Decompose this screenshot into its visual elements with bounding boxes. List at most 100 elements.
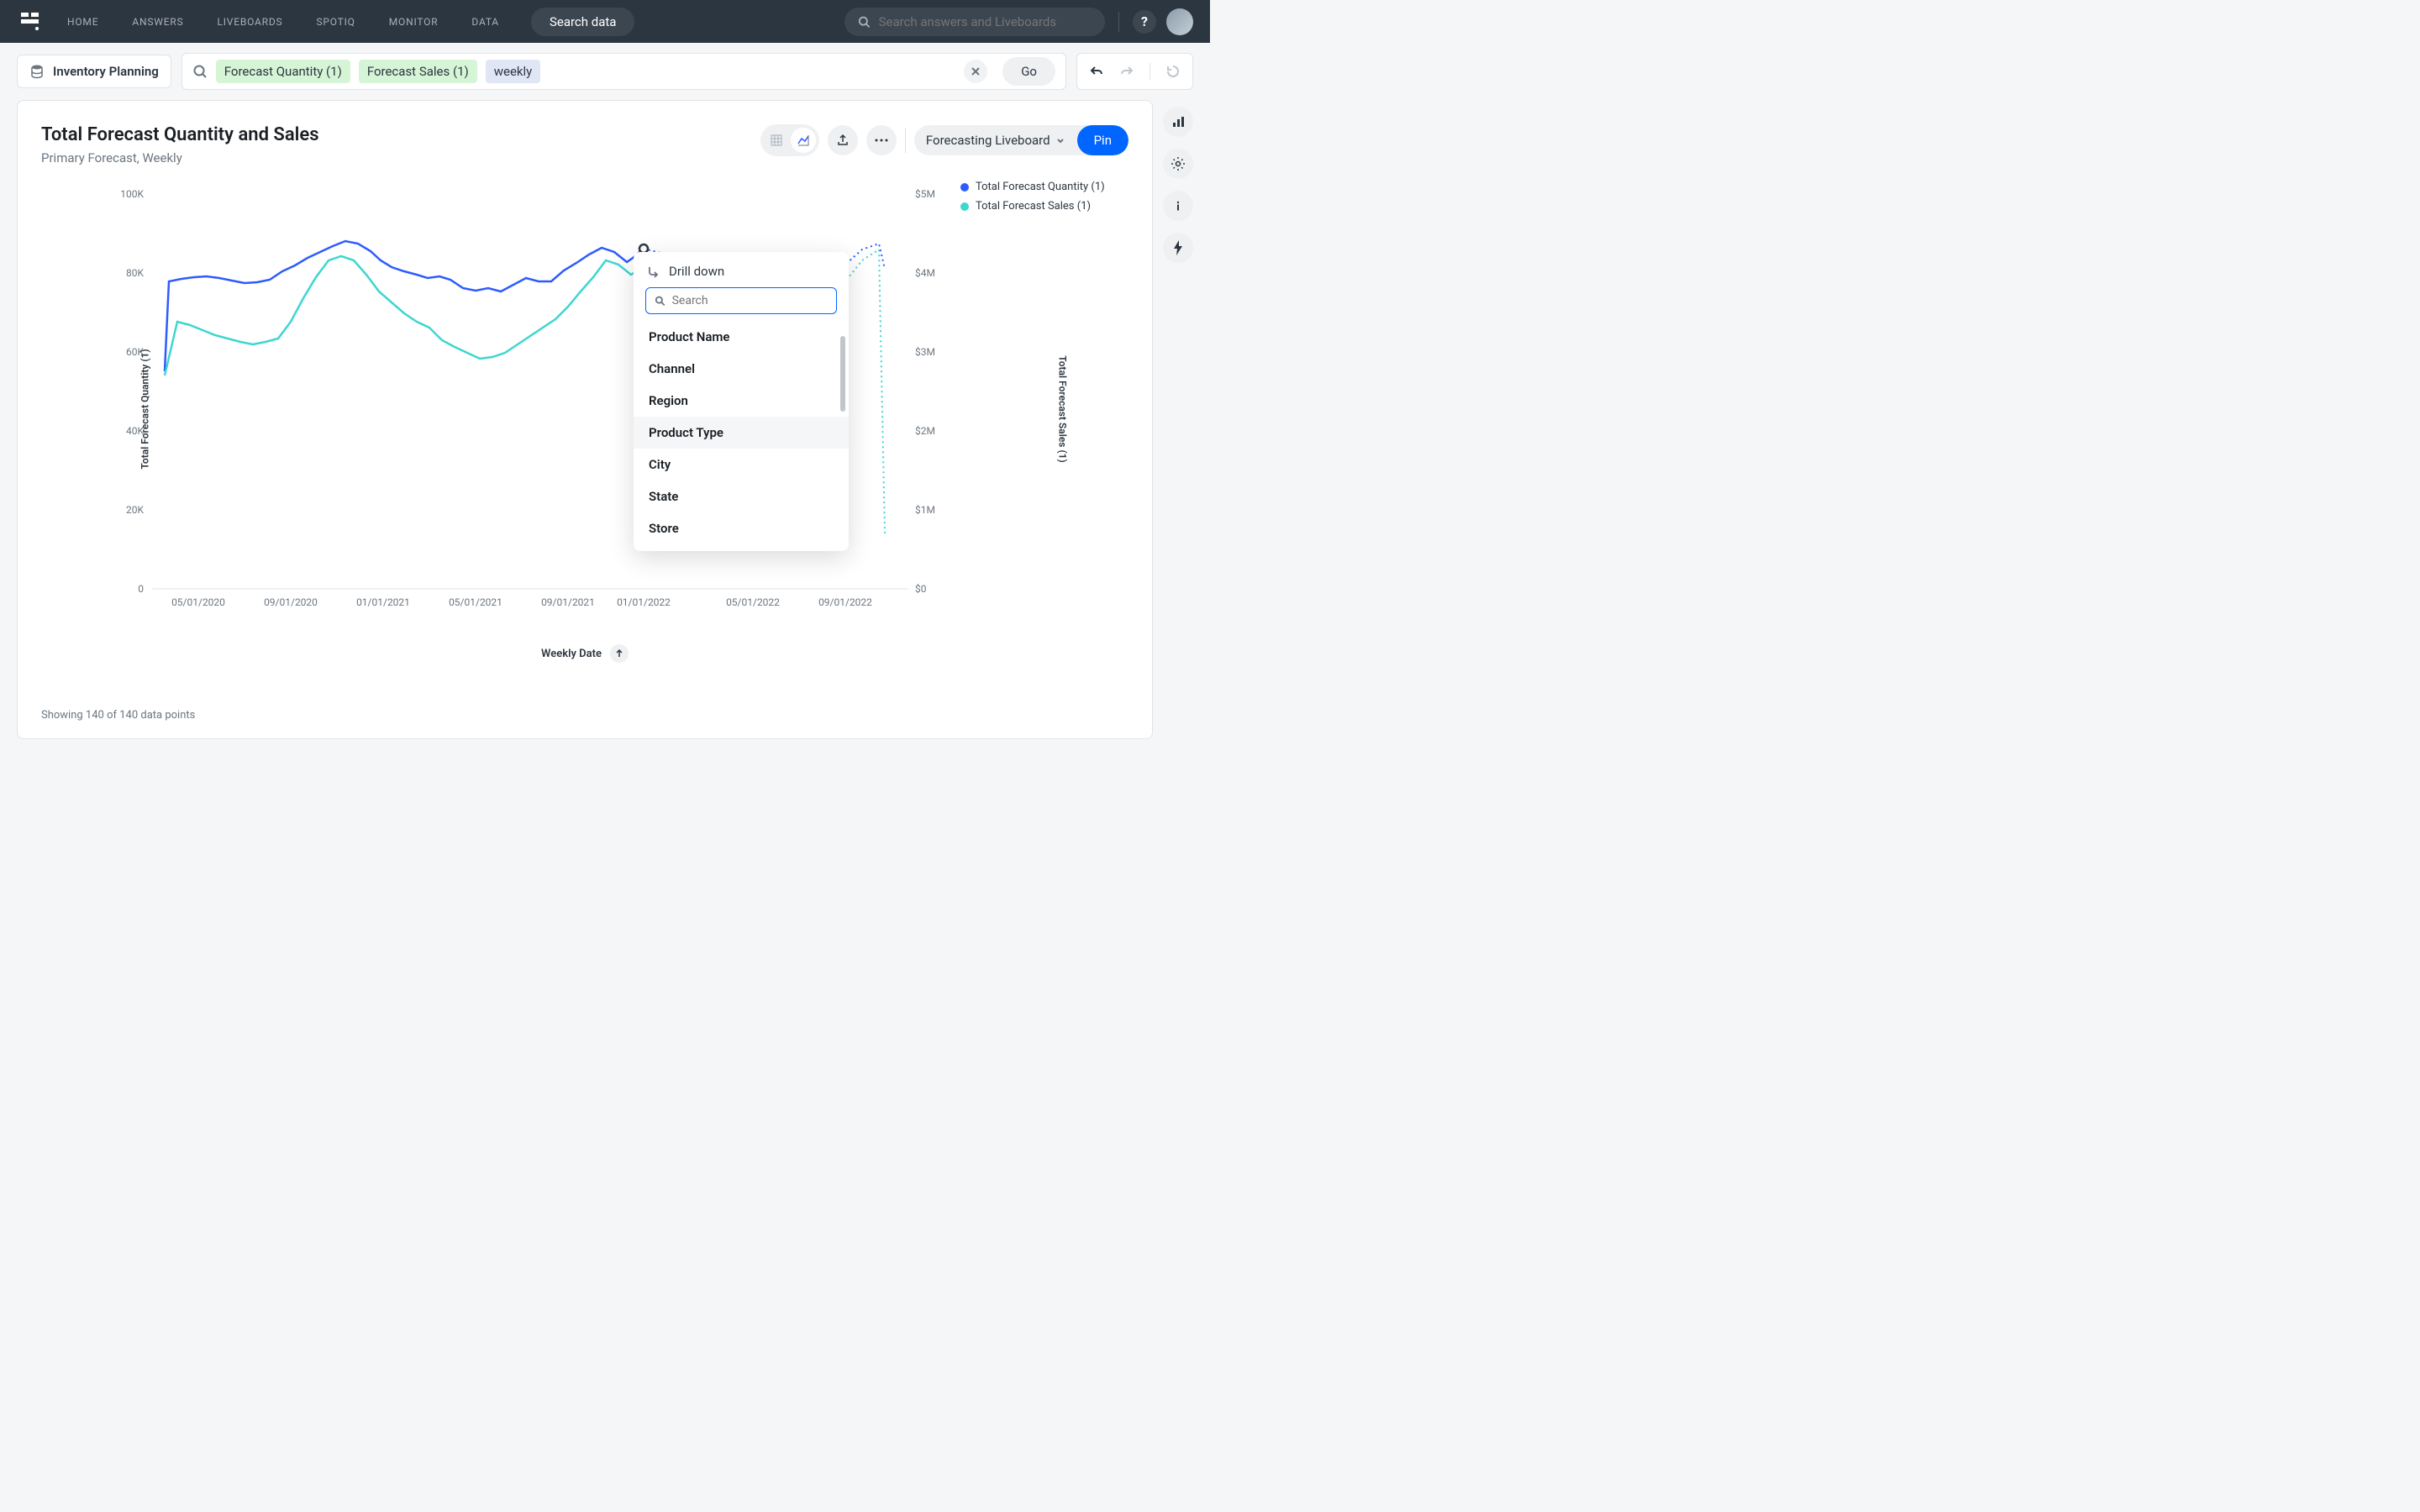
top-nav: HOME ANSWERS LIVEBOARDS SPOTIQ MONITOR D… — [0, 0, 1210, 43]
search-token-measure[interactable]: Forecast Sales (1) — [359, 60, 477, 83]
go-button[interactable]: Go — [1002, 57, 1055, 86]
clear-search-button[interactable] — [964, 60, 987, 83]
gear-icon — [1171, 156, 1186, 171]
x-tick: 05/01/2020 — [171, 596, 225, 608]
chart-title: Total Forecast Quantity and Sales — [41, 124, 319, 145]
chart-subtitle: Primary Forecast, Weekly — [41, 150, 319, 165]
nav-spotiq[interactable]: SPOTIQ — [316, 16, 355, 28]
drilldown-list: Product Name Channel Region Product Type… — [634, 321, 849, 544]
nav-data[interactable]: DATA — [471, 16, 499, 28]
drilldown-search-input[interactable] — [672, 294, 828, 307]
info-icon — [1171, 199, 1185, 213]
user-avatar[interactable] — [1166, 8, 1193, 35]
undo-redo-group — [1076, 53, 1193, 90]
drilldown-item-channel[interactable]: Channel — [634, 353, 849, 385]
series-quantity[interactable] — [165, 241, 644, 371]
chart-icon — [797, 134, 810, 147]
global-search-input[interactable] — [879, 14, 1092, 29]
reset-button[interactable] — [1165, 64, 1181, 79]
nav-items: HOME ANSWERS LIVEBOARDS SPOTIQ MONITOR D… — [67, 16, 499, 28]
pin-button[interactable]: Pin — [1077, 125, 1128, 155]
y-tick-right: $4M — [915, 267, 935, 279]
rail-chart-config-button[interactable] — [1163, 107, 1193, 137]
x-tick: 01/01/2022 — [617, 596, 671, 608]
datasource-selector[interactable]: Inventory Planning — [17, 55, 171, 88]
rail-spotiq-button[interactable] — [1163, 233, 1193, 263]
x-tick: 01/01/2021 — [356, 596, 410, 608]
chart-view-button[interactable] — [791, 128, 816, 153]
y-tick-right: $3M — [915, 346, 935, 358]
table-icon — [770, 134, 783, 147]
undo-button[interactable] — [1089, 64, 1104, 79]
search-token-measure[interactable]: Forecast Quantity (1) — [216, 60, 350, 83]
table-view-button[interactable] — [764, 128, 789, 153]
view-toggle — [760, 124, 819, 156]
y-tick-right: $5M — [915, 188, 935, 200]
legend-item-sales[interactable]: Total Forecast Sales (1) — [960, 200, 1120, 213]
x-axis-label: Weekly Date — [41, 644, 1128, 663]
drilldown-item-product-name[interactable]: Product Name — [634, 321, 849, 353]
share-button[interactable] — [828, 125, 858, 155]
x-tick: 05/01/2022 — [726, 596, 780, 608]
main-panel: Total Forecast Quantity and Sales Primar… — [17, 100, 1153, 739]
divider — [1118, 12, 1119, 32]
search-icon — [192, 64, 208, 79]
side-rail — [1163, 100, 1193, 739]
more-button[interactable] — [866, 125, 897, 155]
y-tick-right: $0 — [915, 583, 927, 595]
sort-ascending-button[interactable] — [610, 644, 629, 663]
lightning-icon — [1172, 240, 1184, 255]
y-tick: 100K — [120, 188, 144, 200]
help-button[interactable]: ? — [1133, 10, 1156, 34]
x-tick: 05/01/2021 — [449, 596, 502, 608]
more-icon — [875, 139, 888, 142]
rail-info-button[interactable] — [1163, 191, 1193, 221]
x-tick: 09/01/2020 — [264, 596, 318, 608]
data-points-footer: Showing 140 of 140 data points — [41, 709, 1128, 722]
logo[interactable] — [17, 8, 44, 35]
x-tick: 09/01/2021 — [541, 596, 595, 608]
nav-liveboards[interactable]: LIVEBOARDS — [217, 16, 282, 28]
legend-item-quantity[interactable]: Total Forecast Quantity (1) — [960, 181, 1120, 193]
global-search[interactable] — [844, 8, 1105, 36]
legend-dot — [960, 183, 969, 192]
query-search-bar[interactable]: Forecast Quantity (1) Forecast Sales (1)… — [182, 53, 1066, 90]
secondary-bar: Inventory Planning Forecast Quantity (1)… — [0, 43, 1210, 100]
chart-legend: Total Forecast Quantity (1) Total Foreca… — [960, 181, 1120, 219]
search-icon — [655, 295, 666, 307]
y-tick-right: $1M — [915, 504, 935, 516]
y-axis-right-label: Total Forecast Sales (1) — [1056, 355, 1068, 462]
nav-monitor[interactable]: MONITOR — [389, 16, 439, 28]
scrollbar[interactable] — [840, 336, 845, 412]
drilldown-popover: Drill down Product Name Channel Region P… — [634, 252, 849, 551]
close-icon — [971, 66, 981, 76]
y-tick-right: $2M — [915, 425, 935, 437]
redo-button[interactable] — [1119, 64, 1134, 79]
search-data-button[interactable]: Search data — [531, 8, 634, 36]
drilldown-item-region[interactable]: Region — [634, 385, 849, 417]
chart-area: Total Forecast Quantity (1) Total Foreca… — [41, 181, 1128, 704]
series-sales[interactable] — [165, 256, 644, 375]
arrow-up-icon — [615, 649, 623, 658]
datasource-name: Inventory Planning — [53, 64, 159, 79]
divider — [905, 128, 906, 153]
bar-chart-icon — [1171, 115, 1185, 129]
drilldown-item-product-type[interactable]: Product Type — [634, 417, 849, 449]
pin-group: Forecasting Liveboard Pin — [914, 125, 1128, 155]
y-tick: 80K — [126, 267, 144, 279]
liveboard-selector[interactable]: Forecasting Liveboard — [914, 126, 1077, 155]
nav-answers[interactable]: ANSWERS — [132, 16, 183, 28]
y-tick: 0 — [138, 583, 144, 595]
database-icon — [29, 64, 45, 79]
rail-settings-button[interactable] — [1163, 149, 1193, 179]
drilldown-item-state[interactable]: State — [634, 480, 849, 512]
y-axis-left-label: Total Forecast Quantity (1) — [139, 349, 151, 469]
drilldown-item-store[interactable]: Store — [634, 512, 849, 544]
drilldown-item-city[interactable]: City — [634, 449, 849, 480]
search-token-attribute[interactable]: weekly — [486, 60, 541, 83]
nav-home[interactable]: HOME — [67, 16, 98, 28]
x-tick: 09/01/2022 — [818, 596, 872, 608]
drilldown-search[interactable] — [645, 287, 837, 314]
y-tick: 20K — [126, 504, 144, 516]
drill-down-icon — [647, 265, 660, 278]
